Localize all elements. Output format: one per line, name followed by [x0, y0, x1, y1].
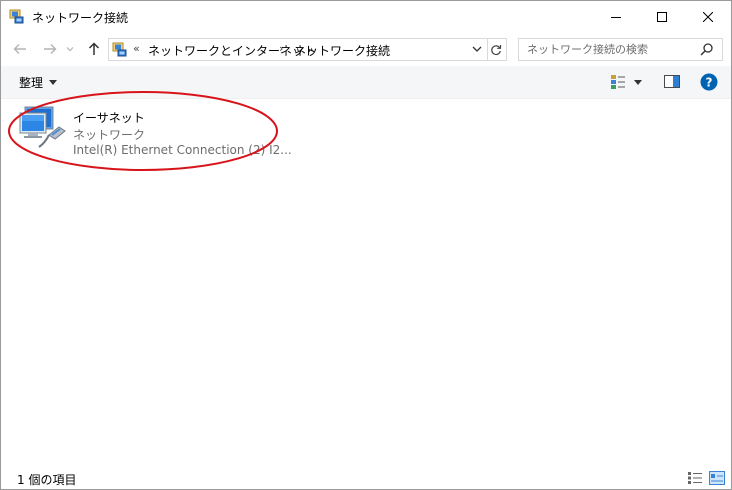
window-title: ネットワーク接続 — [32, 11, 129, 25]
highlight-ellipse — [8, 91, 278, 171]
details-view-icon[interactable] — [687, 471, 703, 485]
arrow-up-icon — [88, 42, 100, 55]
back-button[interactable] — [11, 40, 29, 58]
network-connections-icon — [112, 42, 127, 57]
breadcrumb-overflow[interactable]: « — [133, 42, 140, 55]
address-bar[interactable]: « ネットワークとインターネット › ネットワーク接続 — [108, 38, 488, 61]
breadcrumb-network-internet[interactable]: ネットワークとインターネット — [148, 42, 316, 59]
arrow-right-icon — [44, 44, 57, 54]
maximize-button[interactable] — [639, 1, 685, 32]
network-connections-icon — [9, 9, 24, 24]
search-input[interactable] — [519, 39, 697, 60]
preview-pane-icon[interactable] — [664, 74, 680, 90]
status-bar: 1 個の項目 — [1, 467, 731, 489]
change-view-icon[interactable] — [610, 74, 626, 90]
maximize-icon — [657, 11, 667, 22]
arrow-left-icon — [13, 44, 26, 54]
minimize-icon — [611, 16, 621, 18]
breadcrumb-separator[interactable]: › — [279, 42, 283, 55]
close-button[interactable] — [685, 1, 731, 32]
title-bar: ネットワーク接続 — [1, 1, 731, 32]
item-count: 1 個の項目 — [17, 473, 77, 487]
navigation-bar: « ネットワークとインターネット › ネットワーク接続 — [1, 32, 731, 66]
refresh-icon — [491, 44, 502, 55]
help-icon[interactable]: ? — [700, 73, 718, 91]
caret-down-icon — [49, 80, 58, 85]
close-icon — [703, 11, 713, 22]
organize-button[interactable]: 整理 — [19, 74, 58, 91]
caret-down-icon[interactable] — [633, 77, 643, 87]
up-button[interactable] — [85, 40, 103, 58]
recent-locations-button[interactable] — [64, 40, 76, 58]
organize-label: 整理 — [19, 76, 44, 90]
tiles-view-icon[interactable] — [709, 471, 725, 485]
breadcrumb-network-connections[interactable]: ネットワーク接続 — [294, 42, 390, 59]
search-box[interactable] — [518, 38, 723, 61]
minimize-button[interactable] — [593, 1, 639, 32]
forward-button[interactable] — [41, 40, 59, 58]
refresh-button[interactable] — [486, 38, 507, 61]
explorer-window: ネットワーク接続 « ネットワークとインターネット › ネットワーク接続 ネット… — [0, 0, 732, 490]
svg-text:?: ? — [706, 76, 713, 90]
chevron-down-icon — [66, 47, 74, 52]
chevron-down-icon[interactable] — [471, 43, 483, 55]
search-icon[interactable] — [699, 42, 714, 57]
